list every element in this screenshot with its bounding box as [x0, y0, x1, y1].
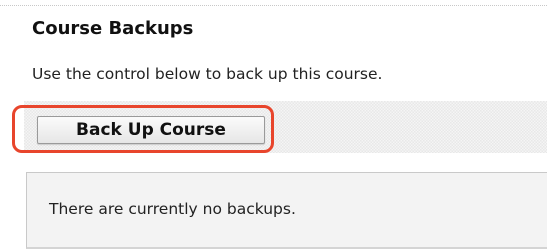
section-title: Course Backups [32, 18, 194, 39]
backups-status-panel: There are currently no backups. [26, 172, 547, 249]
course-backups-page: Course Backups Use the control below to … [0, 0, 547, 249]
section-description: Use the control below to back up this co… [32, 65, 383, 83]
no-backups-message: There are currently no backups. [49, 200, 296, 218]
back-up-course-button[interactable]: Back Up Course [37, 116, 265, 144]
top-divider [0, 5, 547, 6]
